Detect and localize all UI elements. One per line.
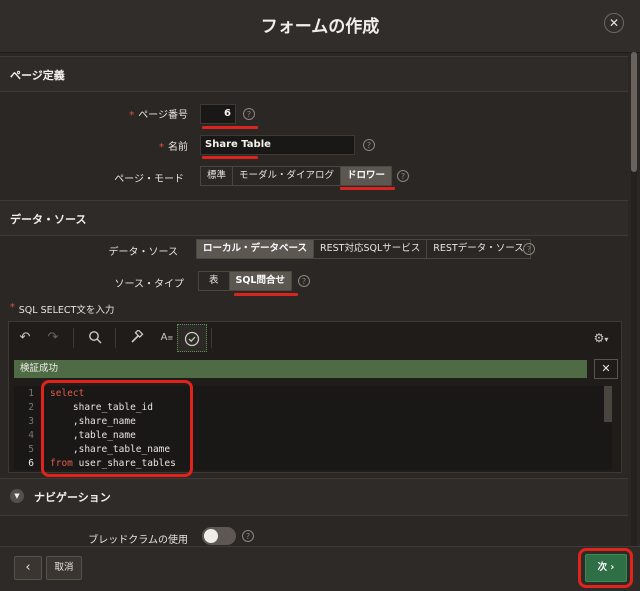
data-source-help-icon[interactable]: ? bbox=[523, 243, 535, 255]
section-page-definition: ページ定義 bbox=[0, 56, 628, 92]
data-source-label: データ・ソース bbox=[108, 247, 179, 258]
hammer-icon[interactable] bbox=[129, 329, 145, 346]
page-number-help-icon[interactable]: ? bbox=[243, 108, 255, 120]
line-number-current: 6 bbox=[28, 458, 34, 469]
page-mode-label: ページ・モード bbox=[114, 174, 184, 185]
dialog-header: フォームの作成 ✕ bbox=[0, 0, 640, 53]
line-number: 1 bbox=[28, 388, 34, 399]
page-mode-highlight bbox=[340, 187, 395, 190]
back-button[interactable]: ‹ bbox=[14, 556, 42, 580]
page-mode-help-icon[interactable]: ? bbox=[397, 170, 409, 182]
source-type-help-icon[interactable]: ? bbox=[298, 275, 310, 287]
validation-close-button[interactable]: ✕ bbox=[594, 359, 618, 379]
name-help-icon[interactable]: ? bbox=[363, 139, 375, 151]
dialog-scrollbar[interactable] bbox=[631, 52, 637, 546]
breadcrumb-help-icon[interactable]: ? bbox=[242, 530, 254, 542]
settings-gear-icon[interactable]: ⚙▾ bbox=[587, 330, 615, 346]
page-mode-option-modal[interactable]: モーダル・ダイアログ bbox=[233, 167, 342, 185]
page-number-label: * ページ番号 bbox=[129, 110, 188, 121]
scroll-thumb[interactable] bbox=[631, 52, 637, 172]
section-data-source: データ・ソース bbox=[0, 200, 628, 236]
page-mode-option-drawer[interactable]: ドロワー bbox=[341, 167, 392, 185]
data-source-option-rest-sql[interactable]: REST対応SQLサービス bbox=[314, 240, 428, 258]
page-number-highlight bbox=[202, 126, 258, 129]
source-type-option-table[interactable]: 表 bbox=[199, 272, 230, 290]
data-source-option-rest-data[interactable]: RESTデータ・ソース bbox=[427, 240, 529, 258]
undo-icon[interactable]: ↶ bbox=[17, 330, 33, 346]
line-number: 2 bbox=[28, 402, 34, 413]
page-mode-selector: 標準 モーダル・ダイアログ ドロワー bbox=[200, 166, 393, 186]
validation-status: 検証成功 bbox=[14, 360, 587, 378]
data-source-option-local[interactable]: ローカル・データベース bbox=[197, 240, 315, 258]
toolbar-separator bbox=[115, 328, 116, 348]
page-mode-option-standard[interactable]: 標準 bbox=[201, 167, 234, 185]
toggle-knob bbox=[204, 529, 218, 543]
toolbar-separator bbox=[211, 328, 212, 348]
section-title-page-definition: ページ定義 bbox=[10, 69, 65, 82]
editor-scrollbar[interactable] bbox=[604, 386, 612, 422]
next-highlight-box bbox=[578, 548, 633, 588]
breadcrumb-toggle[interactable] bbox=[202, 527, 236, 545]
cancel-button[interactable]: 取消 bbox=[46, 556, 82, 580]
name-highlight bbox=[202, 156, 258, 159]
name-input[interactable]: Share Table bbox=[200, 135, 355, 155]
line-number: 4 bbox=[28, 430, 34, 441]
source-type-selector: 表 SQL問合せ bbox=[198, 271, 292, 291]
source-type-option-sql[interactable]: SQL問合せ bbox=[229, 272, 291, 290]
search-icon[interactable] bbox=[87, 330, 103, 346]
collapse-chevron-icon[interactable]: ▼ bbox=[10, 489, 24, 503]
dialog-footer: ‹ 取消 次 › bbox=[0, 546, 640, 591]
name-label: * 名前 bbox=[159, 142, 188, 153]
close-button[interactable]: ✕ bbox=[604, 13, 624, 33]
line-number: 5 bbox=[28, 444, 34, 455]
toolbar-separator bbox=[73, 328, 74, 348]
page-number-input[interactable]: 6 bbox=[200, 104, 236, 124]
text-case-icon[interactable]: A≡ bbox=[157, 330, 177, 346]
line-number: 3 bbox=[28, 416, 34, 427]
sql-label: * SQL SELECT文を入力 bbox=[10, 302, 115, 316]
section-title-data-source: データ・ソース bbox=[10, 213, 87, 226]
section-navigation: ▼ ナビゲーション bbox=[0, 478, 628, 516]
redo-icon[interactable]: ↷ bbox=[45, 330, 61, 346]
section-title-navigation: ナビゲーション bbox=[34, 491, 111, 504]
breadcrumb-label: ブレッドクラムの使用 bbox=[88, 535, 188, 546]
validate-button[interactable] bbox=[177, 324, 207, 352]
source-type-label: ソース・タイプ bbox=[114, 279, 185, 290]
source-type-highlight bbox=[234, 293, 298, 296]
data-source-selector: ローカル・データベース REST対応SQLサービス RESTデータ・ソース bbox=[196, 239, 531, 259]
sql-highlight-box bbox=[41, 380, 193, 477]
dialog-title: フォームの作成 bbox=[260, 17, 380, 37]
